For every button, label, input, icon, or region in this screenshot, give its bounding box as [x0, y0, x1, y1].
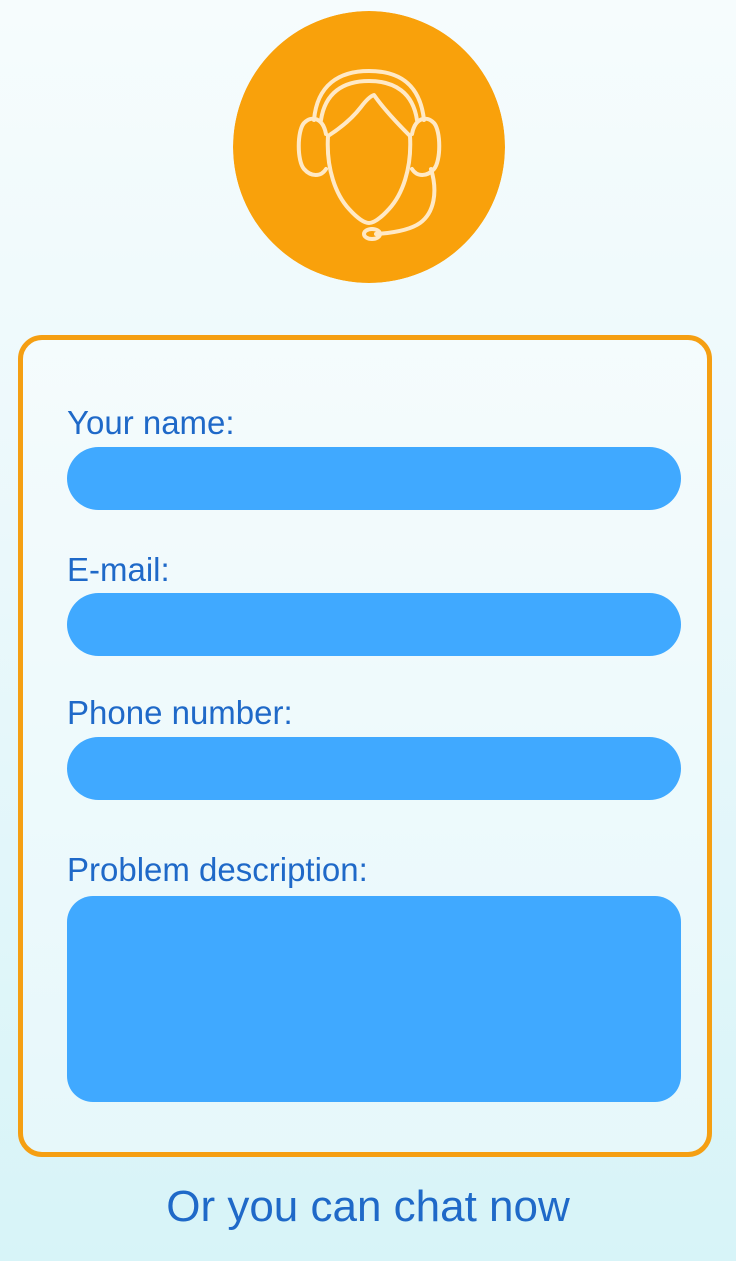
avatar — [233, 11, 505, 283]
phone-input[interactable] — [67, 737, 681, 800]
email-input[interactable] — [67, 593, 681, 656]
phone-label: Phone number: — [67, 694, 293, 731]
contact-form-card: Your name: E-mail: Phone number: Problem… — [18, 335, 712, 1157]
email-label: E-mail: — [67, 551, 170, 588]
name-input[interactable] — [67, 447, 681, 510]
description-label: Problem description: — [67, 851, 368, 888]
problem-description-textarea[interactable] — [67, 896, 681, 1102]
chat-now-link[interactable]: Or you can chat now — [0, 1185, 736, 1229]
support-agent-headset-icon — [233, 11, 505, 283]
name-label: Your name: — [67, 404, 235, 441]
